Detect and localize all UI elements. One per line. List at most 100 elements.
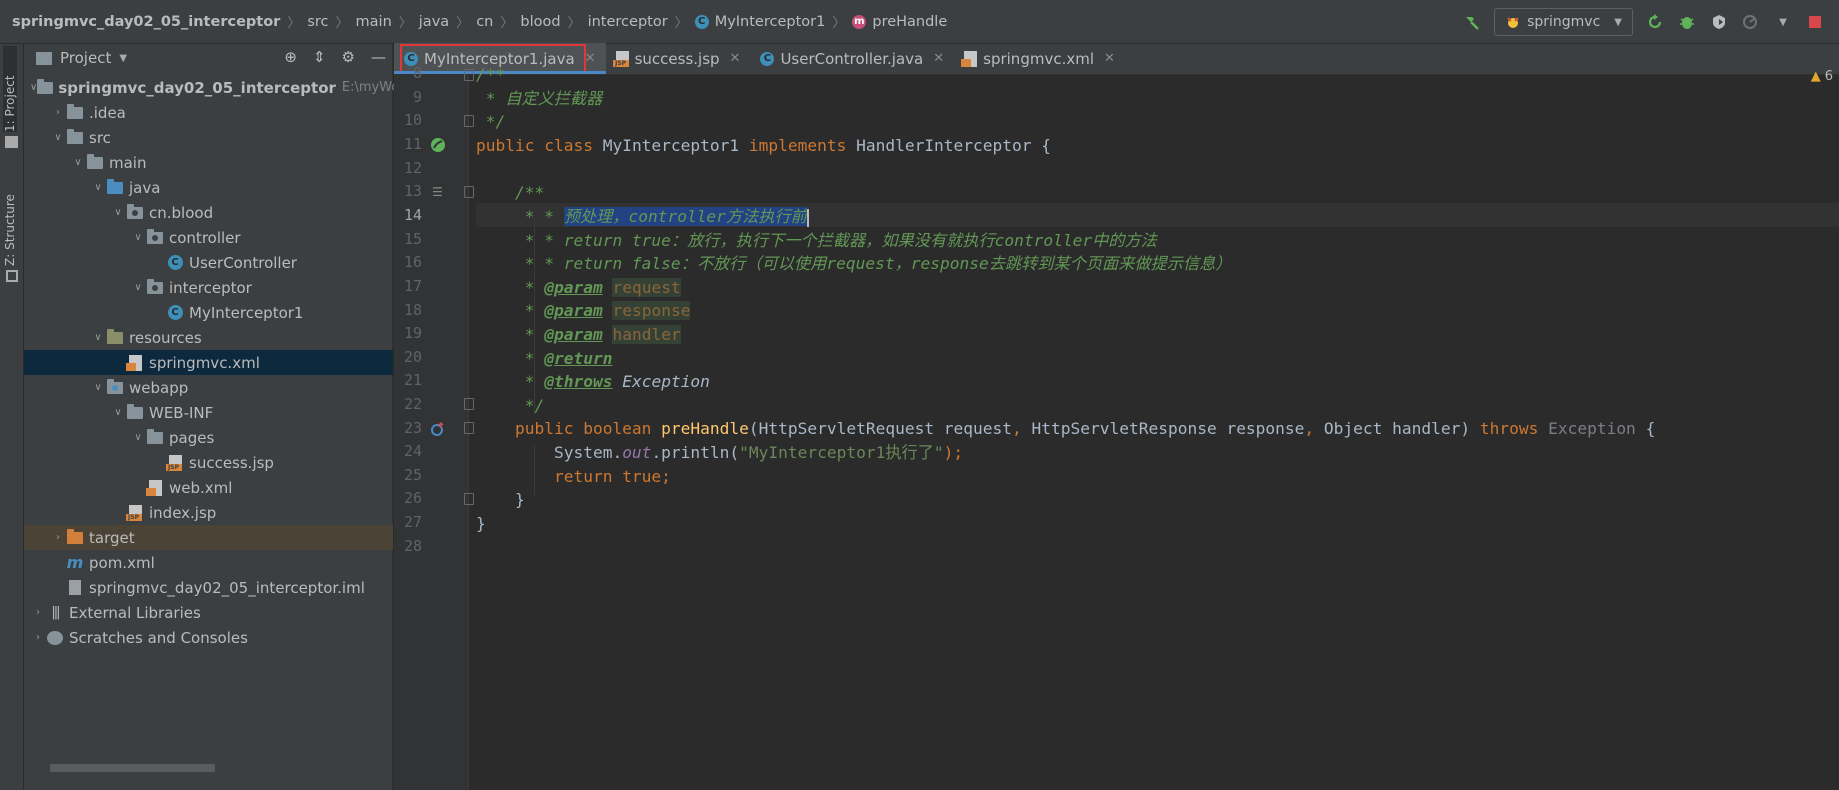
breadcrumb-class[interactable]: C MyInterceptor1 <box>694 13 826 30</box>
hide-panel-icon[interactable]: — <box>371 48 386 66</box>
chevron-down-icon[interactable]: ∨ <box>130 232 146 243</box>
breadcrumb-java[interactable]: java <box>419 14 449 30</box>
breadcrumb-cn[interactable]: cn <box>476 14 493 30</box>
tree-item-cn-blood[interactable]: ∨ cn.blood <box>24 200 393 225</box>
chevron-right-icon[interactable]: › <box>50 107 66 118</box>
tab-usercontroller-java[interactable]: C UserController.java ✕ <box>750 43 954 74</box>
tree-item-scratches[interactable]: › Scratches and Consoles <box>24 625 393 650</box>
chevron-down-icon[interactable]: ∨ <box>130 282 146 293</box>
more-run-options-icon[interactable]: ▼ <box>1773 12 1793 32</box>
chevron-down-icon[interactable]: ∨ <box>90 382 106 393</box>
project-panel-title[interactable]: Project <box>60 49 111 67</box>
tree-item-external-libraries[interactable]: › ||| External Libraries <box>24 600 393 625</box>
breadcrumb-blood[interactable]: blood <box>520 14 560 30</box>
stop-icon[interactable] <box>1805 12 1825 32</box>
settings-gear-icon[interactable]: ⚙ <box>342 48 355 66</box>
tree-item-label: cn.blood <box>149 203 214 222</box>
chevron-down-icon[interactable]: ∨ <box>90 332 106 343</box>
package-icon <box>146 228 164 246</box>
close-icon[interactable]: ✕ <box>1104 51 1115 66</box>
tree-item-pages[interactable]: ∨ pages <box>24 425 393 450</box>
tree-item-pom-xml[interactable]: m pom.xml <box>24 550 393 575</box>
code-line-18: * @param response <box>476 301 691 320</box>
tree-item-web-xml[interactable]: web.xml <box>24 475 393 500</box>
project-horizontal-scrollbar[interactable] <box>50 764 215 772</box>
tab-springmvc-xml[interactable]: springmvc.xml ✕ <box>954 43 1125 74</box>
tree-item-label: webapp <box>129 378 189 397</box>
project-folder-icon <box>5 136 18 148</box>
tree-item-webapp[interactable]: ∨ webapp <box>24 375 393 400</box>
tree-item-idea[interactable]: › .idea <box>24 100 393 125</box>
tree-item-interceptor[interactable]: ∨ interceptor <box>24 275 393 300</box>
structure-icon <box>6 270 18 282</box>
tree-item-usercontroller[interactable]: C UserController <box>24 250 393 275</box>
fold-marker-icon[interactable] <box>464 186 474 198</box>
breadcrumb-method[interactable]: m preHandle <box>852 14 947 30</box>
code-editor[interactable]: 8 9 10 11 12 13 14 15 16 17 18 19 20 21 … <box>394 64 1839 790</box>
tree-item-label: index.jsp <box>149 503 217 522</box>
code-area[interactable]: /** * 自定义拦截器 */ public class MyIntercept… <box>476 65 1839 790</box>
fold-marker-icon[interactable] <box>464 493 474 505</box>
run-configuration-select[interactable]: springmvc ▼ <box>1494 8 1633 36</box>
chevron-down-icon[interactable]: ∨ <box>90 182 106 193</box>
chevron-down-icon[interactable]: ∨ <box>110 207 126 218</box>
breadcrumb-src[interactable]: src <box>307 14 328 30</box>
tree-item-controller[interactable]: ∨ controller <box>24 225 393 250</box>
resources-folder-icon <box>106 328 124 346</box>
breadcrumb-project[interactable]: springmvc_day02_05_interceptor <box>12 14 280 30</box>
warnings-count: 6 <box>1824 69 1833 84</box>
chevron-down-icon[interactable]: ∨ <box>30 82 37 93</box>
breadcrumb-main[interactable]: main <box>356 14 392 30</box>
tree-item-iml[interactable]: springmvc_day02_05_interceptor.iml <box>24 575 393 600</box>
close-icon[interactable]: ✕ <box>585 51 596 66</box>
maven-file-icon: m <box>66 553 84 572</box>
code-line-17: * @param request <box>476 278 681 297</box>
profiler-icon[interactable] <box>1741 12 1761 32</box>
breadcrumb-interceptor[interactable]: interceptor <box>588 14 668 30</box>
project-view-icon <box>36 51 52 65</box>
chevron-down-icon[interactable]: ∨ <box>70 157 86 168</box>
chevron-right-icon[interactable]: › <box>50 532 66 543</box>
project-tool-tab[interactable]: 1: Project <box>3 46 17 132</box>
navigation-bar: springmvc_day02_05_interceptor 〉 src 〉 m… <box>0 0 1839 44</box>
fold-marker-icon[interactable] <box>464 115 474 127</box>
chevron-down-icon[interactable]: ∨ <box>130 432 146 443</box>
collapse-all-icon[interactable]: ⇕ <box>313 48 326 66</box>
tree-item-index-jsp[interactable]: index.jsp <box>24 500 393 525</box>
breadcrumb-separator-icon: 〉 <box>287 16 301 31</box>
implements-method-gutter-icon[interactable] <box>430 421 446 441</box>
chevron-right-icon[interactable]: › <box>30 632 46 643</box>
rerun-icon[interactable] <box>1645 12 1665 32</box>
close-icon[interactable]: ✕ <box>730 51 741 66</box>
tree-item-project-root[interactable]: ∨ springmvc_day02_05_interceptor E:\myWo <box>24 75 399 100</box>
fold-marker-icon[interactable] <box>464 398 474 410</box>
tree-item-target[interactable]: › target <box>24 525 393 550</box>
tree-item-myinterceptor1[interactable]: C MyInterceptor1 <box>24 300 393 325</box>
debug-bug-icon[interactable] <box>1677 12 1697 32</box>
tree-item-springmvc-xml[interactable]: springmvc.xml <box>24 350 393 375</box>
fold-marker-icon[interactable] <box>464 69 474 81</box>
close-icon[interactable]: ✕ <box>933 51 944 66</box>
chevron-down-icon[interactable]: ∨ <box>50 132 66 143</box>
chevron-right-icon[interactable]: › <box>30 607 46 618</box>
doc-render-icon[interactable]: ☰ <box>432 185 443 199</box>
tree-item-src[interactable]: ∨ src <box>24 125 393 150</box>
chevron-down-icon[interactable]: ∨ <box>110 407 126 418</box>
locate-file-icon[interactable]: ⊕ <box>284 48 297 66</box>
inspection-warnings-indicator[interactable]: ▲ 6 <box>1811 69 1833 84</box>
chevron-down-icon[interactable]: ▼ <box>119 53 127 64</box>
spring-bean-gutter-icon[interactable] <box>430 137 446 157</box>
tree-item-java[interactable]: ∨ java <box>24 175 393 200</box>
tab-success-jsp[interactable]: success.jsp ✕ <box>606 43 751 74</box>
tree-item-resources[interactable]: ∨ resources <box>24 325 393 350</box>
fold-marker-icon[interactable] <box>464 422 474 434</box>
code-line-21: * @throws Exception <box>476 372 710 391</box>
breadcrumb-class-label: MyInterceptor1 <box>714 13 826 30</box>
tree-item-success-jsp[interactable]: success.jsp <box>24 450 393 475</box>
tree-item-main[interactable]: ∨ main <box>24 150 393 175</box>
structure-tool-tab[interactable]: Z: Structure <box>3 174 17 266</box>
tree-item-web-inf[interactable]: ∨ WEB-INF <box>24 400 393 425</box>
excluded-folder-icon <box>66 528 84 546</box>
coverage-icon[interactable] <box>1709 12 1729 32</box>
build-hammer-icon[interactable] <box>1462 12 1482 32</box>
